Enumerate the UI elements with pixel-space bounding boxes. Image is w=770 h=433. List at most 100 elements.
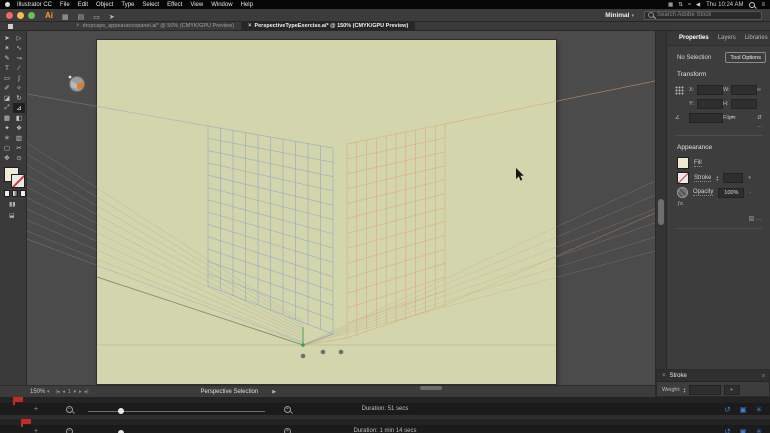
stroke-weight-stepper[interactable]: ▴▾ <box>716 175 718 181</box>
video-control-icon[interactable]: ✳ <box>756 405 762 414</box>
artboard-nav-item[interactable]: ▸ <box>79 389 82 395</box>
menu-item[interactable]: Effect <box>167 2 182 8</box>
app-bar-icon[interactable]: ▭ <box>93 14 100 21</box>
tool-button[interactable]: ▷ <box>13 33 25 43</box>
tool-button[interactable]: ✎ <box>1 53 13 63</box>
panel-tab[interactable]: Properties <box>679 35 709 41</box>
adobe-stock-search-input[interactable]: Search Adobe Stock <box>644 11 762 20</box>
tool-button[interactable]: ✥ <box>1 153 13 163</box>
appearance-stroke-swatch[interactable] <box>677 172 689 184</box>
artboard-nav-item[interactable]: ▸| <box>85 389 89 395</box>
menu-clock[interactable]: Thu 10:24 AM <box>706 2 743 8</box>
control-center-icon[interactable]: ≡ <box>761 2 765 8</box>
menu-item[interactable]: Illustrator CC <box>17 2 52 8</box>
tool-button[interactable]: ∿ <box>13 43 25 53</box>
tool-button[interactable]: ◧ <box>13 113 25 123</box>
menu-item[interactable]: Type <box>121 2 134 8</box>
artboard-nav-item[interactable]: 1 <box>68 389 71 395</box>
playhead-marker[interactable] <box>13 397 23 402</box>
fill-link[interactable]: Fill <box>694 160 702 167</box>
stroke-none-swatch[interactable] <box>11 174 25 188</box>
w-input[interactable] <box>731 85 757 95</box>
h-input[interactable] <box>731 99 757 109</box>
appearance-fill-swatch[interactable] <box>677 157 689 169</box>
perspective-plane-widget[interactable] <box>67 74 86 93</box>
minimize-window-button[interactable] <box>17 12 24 19</box>
opacity-link[interactable]: Opacity <box>693 189 713 196</box>
menu-item[interactable]: Help <box>241 2 253 8</box>
fx-icon[interactable]: ƒx. <box>677 201 684 207</box>
close-tab-icon[interactable]: × <box>248 23 252 29</box>
tool-button[interactable]: ▢ <box>1 143 13 153</box>
tool-button[interactable]: ✂ <box>13 143 25 153</box>
draw-mode-icon[interactable]: ▮▮ <box>9 201 26 208</box>
playhead-marker[interactable] <box>21 419 31 424</box>
reference-point-icon[interactable] <box>675 86 684 95</box>
tool-button[interactable]: T <box>1 63 13 73</box>
tool-options-button[interactable]: Tool Options <box>725 52 766 63</box>
zoom-window-button[interactable] <box>28 12 35 19</box>
tool-button[interactable]: ⊙ <box>13 153 25 163</box>
horizontal-scrollbar-thumb[interactable] <box>420 386 442 390</box>
tool-button[interactable]: ✦ <box>1 123 13 133</box>
more-options-icon[interactable]: ... <box>757 123 762 129</box>
workspace-switcher[interactable]: Minimal▾ <box>605 12 634 19</box>
video-control-icon[interactable]: ▣ <box>740 405 747 414</box>
weight-input[interactable] <box>689 385 721 395</box>
artboard-nav-item[interactable]: ◂ <box>62 389 65 395</box>
vertical-scrollbar-thumb[interactable] <box>658 199 664 225</box>
canvas-pasteboard[interactable] <box>27 31 655 385</box>
tool-button[interactable]: ⤢ <box>1 103 13 113</box>
tool-button[interactable]: ↻ <box>13 93 25 103</box>
y-input[interactable] <box>697 99 723 109</box>
close-window-button[interactable] <box>6 12 13 19</box>
tool-button[interactable]: ✶ <box>1 43 13 53</box>
stroke-link[interactable]: Stroke <box>694 175 711 182</box>
artboard-nav-item[interactable]: |◂ <box>56 389 60 395</box>
app-bar-icon[interactable]: ▦ <box>62 14 69 21</box>
tool-button[interactable]: ✐ <box>1 83 13 93</box>
color-button[interactable] <box>4 190 10 197</box>
tool-button[interactable]: ❖ <box>13 123 25 133</box>
video-control-icon[interactable]: ▣ <box>740 427 747 433</box>
x-input[interactable] <box>697 85 723 95</box>
weight-stepper[interactable]: ▴▾ <box>684 387 686 393</box>
tool-button[interactable]: ʃ <box>13 73 25 83</box>
zoom-level-select[interactable]: 150% ▾ <box>30 389 50 395</box>
none-button[interactable] <box>20 190 26 197</box>
flip-horizontal-icon[interactable]: ⇋ <box>731 115 757 121</box>
tool-button[interactable]: ▭ <box>1 73 13 83</box>
app-bar-icon[interactable]: ▤ <box>78 14 85 21</box>
tool-button[interactable]: ▦ <box>1 113 13 123</box>
artboard-nav-item[interactable]: ▾ <box>74 389 77 395</box>
video-control-icon[interactable]: ✳ <box>756 427 762 433</box>
menu-item[interactable]: Window <box>211 2 232 8</box>
vertical-scrollbar[interactable] <box>655 31 666 385</box>
menu-item[interactable]: Select <box>142 2 159 8</box>
menu-status-icon[interactable]: ▦ <box>668 2 673 8</box>
menu-item[interactable]: View <box>190 2 203 8</box>
menu-status-icon[interactable]: ≈ <box>688 2 691 8</box>
tool-button[interactable]: ⊿ <box>13 103 25 113</box>
opacity-input[interactable]: 100% <box>718 188 744 198</box>
tool-button[interactable]: ✳ <box>1 133 13 143</box>
apple-menu-icon[interactable] <box>5 2 10 7</box>
video-control-icon[interactable]: ↺ <box>724 405 730 414</box>
stroke-panel-title[interactable]: Stroke <box>670 373 687 379</box>
angle-select[interactable] <box>689 113 723 123</box>
video-control-icon[interactable]: ↺ <box>724 427 730 433</box>
spotlight-search-icon[interactable] <box>749 2 755 8</box>
close-icon[interactable]: × <box>662 373 666 379</box>
gradient-button[interactable] <box>12 190 18 197</box>
chevron-down-icon[interactable]: ▾ <box>748 175 751 181</box>
panel-menu-icon[interactable]: ≡ <box>762 373 765 379</box>
menu-status-icon[interactable]: ⇅ <box>678 2 683 8</box>
tool-button[interactable]: ◪ <box>1 93 13 103</box>
tool-button[interactable]: ∕ <box>13 63 25 73</box>
tool-button[interactable]: ↝ <box>13 53 25 63</box>
panel-tab[interactable]: Libraries <box>745 35 768 41</box>
weight-unit-select[interactable]: ▾ <box>724 385 740 395</box>
link-dimensions-icon[interactable]: ∞ <box>757 87 769 93</box>
flip-vertical-icon[interactable]: ⇵ <box>757 115 769 121</box>
menu-status-icon[interactable]: ◀ <box>696 2 700 8</box>
